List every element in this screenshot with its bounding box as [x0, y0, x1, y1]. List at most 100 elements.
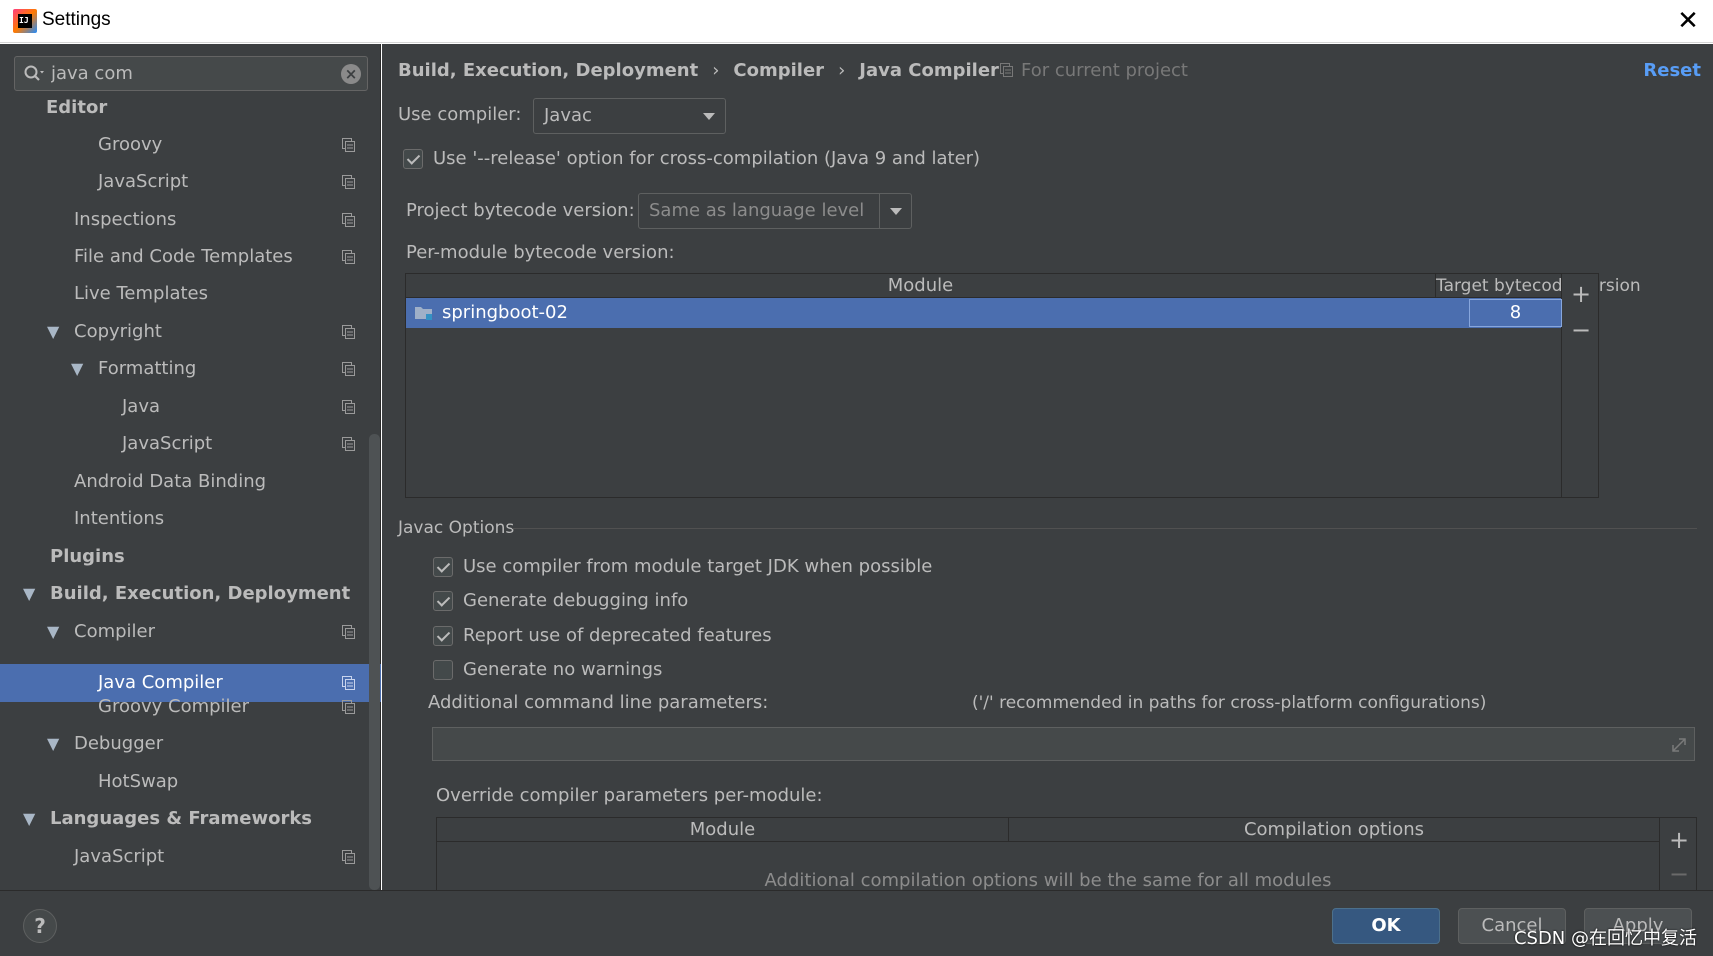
tree-item-formatting[interactable]: ▼ Formatting	[0, 350, 368, 387]
reset-link[interactable]: Reset	[1643, 58, 1701, 84]
tree-item-file-and-code-templates[interactable]: File and Code Templates	[0, 238, 368, 275]
tree-item-intentions[interactable]: Intentions	[0, 500, 368, 537]
tree-label: Compiler	[74, 621, 156, 642]
tree-item-hotswap[interactable]: HotSwap	[0, 763, 368, 800]
per-module-bytecode-table[interactable]: Module Target bytecode version springboo…	[405, 273, 1641, 498]
breadcrumb-separator: ›	[838, 60, 846, 81]
sidebar-scrollbar[interactable]	[369, 434, 380, 890]
additional-params-label: Additional command line parameters:	[428, 692, 769, 713]
add-icon[interactable]: +	[1669, 828, 1689, 852]
override-params-label: Override compiler parameters per-module:	[436, 785, 823, 806]
expand-arrow-icon[interactable]: ▼	[23, 575, 35, 612]
module-target-jdk-checkbox[interactable]	[433, 557, 453, 577]
scope-indicator: For current project	[1000, 58, 1188, 84]
project-scope-icon	[342, 400, 355, 414]
ok-button[interactable]: OK	[1332, 908, 1440, 944]
tree-label: Live Templates	[74, 283, 208, 304]
expand-arrow-icon[interactable]: ▼	[47, 725, 59, 762]
tree-item-plugins[interactable]: Plugins	[0, 538, 368, 575]
module-target-jdk-label: Use compiler from module target JDK when…	[463, 556, 933, 577]
deprecated-features-checkbox[interactable]	[433, 626, 453, 646]
javac-options-title: Javac Options	[398, 518, 515, 538]
project-scope-icon	[342, 175, 355, 189]
project-scope-icon	[342, 250, 355, 264]
tree-item-javascript-languages[interactable]: JavaScript	[0, 838, 368, 875]
debugging-info-checkbox[interactable]	[433, 591, 453, 611]
target-bytecode-cell[interactable]: 8	[1469, 299, 1562, 327]
tree-item-groovy-compiler[interactable]: Groovy Compiler	[0, 688, 368, 725]
tree-item-compiler[interactable]: ▼ Compiler	[0, 613, 368, 650]
close-window-button[interactable]: ✕	[1673, 6, 1703, 36]
additional-params-input[interactable]	[432, 727, 1695, 761]
clear-search-icon[interactable]: ×	[341, 64, 361, 84]
add-icon[interactable]: +	[1571, 282, 1591, 306]
tree-item-build-execution-deployment[interactable]: ▼ Build, Execution, Deployment	[0, 575, 368, 612]
help-button[interactable]: ?	[23, 909, 57, 943]
settings-search-box[interactable]: ×	[14, 56, 368, 91]
module-folder-icon	[415, 307, 432, 320]
remove-icon[interactable]: −	[1571, 318, 1591, 342]
additional-params-hint: ('/' recommended in paths for cross-plat…	[972, 693, 1487, 713]
expand-icon[interactable]	[1670, 736, 1688, 754]
tree-item-javascript[interactable]: JavaScript	[0, 163, 368, 200]
intellij-logo-icon: IJ	[13, 9, 37, 33]
tree-item-editor[interactable]: Editor	[0, 89, 368, 126]
project-scope-icon	[342, 325, 355, 339]
tree-label: Debugger	[74, 733, 164, 754]
tree-item-live-templates[interactable]: Live Templates	[0, 275, 368, 312]
tree-label: Editor	[46, 97, 108, 118]
scope-text: For current project	[1021, 60, 1188, 81]
tree-label: JavaScript	[74, 846, 165, 867]
tree-item-copyright[interactable]: ▼ Copyright	[0, 313, 368, 350]
tree-item-languages-frameworks[interactable]: ▼ Languages & Frameworks	[0, 800, 368, 837]
tree-item-debugger[interactable]: ▼ Debugger	[0, 725, 368, 762]
tree-label: File and Code Templates	[74, 246, 293, 267]
chevron-down-icon[interactable]	[693, 99, 725, 133]
table-header: Module Target bytecode version	[406, 274, 1641, 298]
override-toolbar: + −	[1660, 817, 1697, 890]
breadcrumb-compiler: Compiler	[733, 60, 825, 81]
column-header-target-bytecode[interactable]: Target bytecode version	[1436, 274, 1641, 298]
settings-sidebar: × Editor Groovy JavaScript Inspections F…	[0, 44, 381, 890]
expand-arrow-icon[interactable]: ▼	[23, 800, 35, 837]
per-module-label: Per-module bytecode version:	[406, 242, 675, 263]
no-warnings-checkbox[interactable]	[433, 660, 453, 680]
tree-item-groovy[interactable]: Groovy	[0, 126, 368, 163]
tree-item-java[interactable]: Java	[0, 388, 368, 425]
tree-label: Intentions	[74, 508, 165, 529]
search-input[interactable]	[51, 60, 331, 87]
project-scope-icon	[342, 625, 355, 639]
chevron-down-icon[interactable]	[879, 194, 911, 228]
project-scope-icon	[342, 138, 355, 152]
expand-arrow-icon[interactable]: ▼	[47, 313, 59, 350]
expand-arrow-icon[interactable]: ▼	[71, 350, 83, 387]
project-bytecode-label: Project bytecode version:	[406, 200, 635, 221]
compiler-select-value: Javac	[544, 105, 592, 126]
column-header-module[interactable]: Module	[437, 818, 1009, 842]
search-icon[interactable]	[23, 64, 45, 84]
tree-label: Formatting	[98, 358, 197, 379]
tree-label: JavaScript	[122, 433, 213, 454]
breadcrumb-java-compiler: Java Compiler	[859, 60, 999, 81]
tree-label: Copyright	[74, 321, 162, 342]
column-header-module[interactable]: Module	[406, 274, 1436, 298]
empty-table-message: Additional compilation options will be t…	[764, 870, 1332, 891]
project-bytecode-select[interactable]: Same as language level	[638, 193, 912, 229]
tree-item-javascript-formatting[interactable]: JavaScript	[0, 425, 368, 462]
watermark-text: CSDN @在回忆中复活	[1513, 928, 1697, 949]
table-row[interactable]: springboot-02 8	[406, 298, 1562, 328]
no-warnings-label: Generate no warnings	[463, 659, 663, 680]
title-bar: IJ Settings ✕	[0, 0, 1713, 43]
tree-label: Groovy Compiler	[98, 696, 250, 717]
compiler-select[interactable]: Javac	[533, 98, 726, 134]
tree-item-android-data-binding[interactable]: Android Data Binding	[0, 463, 368, 500]
expand-arrow-icon[interactable]: ▼	[47, 613, 59, 650]
release-option-checkbox[interactable]	[403, 149, 423, 169]
override-params-table[interactable]: Module Compilation options Additional co…	[436, 817, 1660, 891]
remove-icon: −	[1669, 860, 1690, 888]
project-scope-icon	[342, 437, 355, 451]
column-header-compilation-options[interactable]: Compilation options	[1009, 818, 1659, 842]
module-name-cell: springboot-02	[442, 302, 568, 323]
tree-item-inspections[interactable]: Inspections	[0, 201, 368, 238]
tree-label: Plugins	[50, 546, 125, 567]
